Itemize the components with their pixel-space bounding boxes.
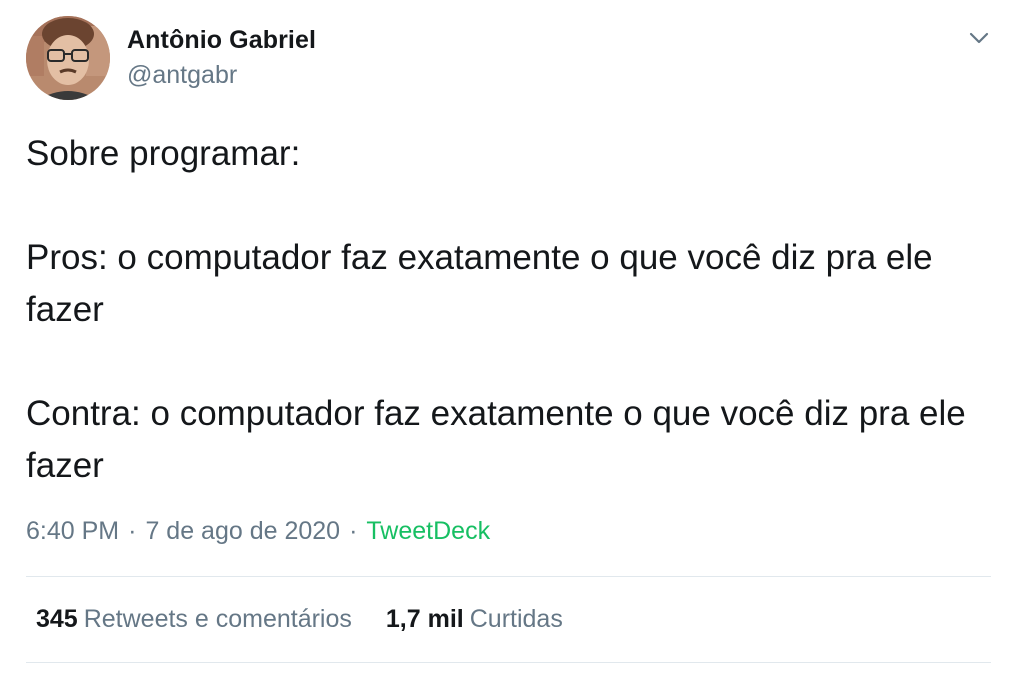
likes-stat[interactable]: 1,7 mil Curtidas [386, 602, 563, 636]
tweet-source-link[interactable]: TweetDeck [366, 517, 490, 545]
meta-separator: · [349, 517, 358, 545]
tweet-time: 6:40 PM [26, 517, 120, 545]
likes-label: Curtidas [469, 605, 563, 633]
meta-separator: · [128, 517, 137, 545]
user-avatar-icon [26, 16, 110, 100]
tweet-date: 7 de ago de 2020 [145, 517, 341, 545]
tweet-menu-button[interactable] [964, 26, 994, 50]
likes-count: 1,7 mil [385, 605, 464, 633]
tweet-meta: 6:40 PM · 7 de ago de 2020 · TweetDeck [26, 514, 490, 548]
tweet-stats: 345 Retweets e comentários 1,7 mil Curtidas [36, 602, 563, 636]
tweet-text: Sobre programar: Pros: o computador faz … [26, 134, 966, 485]
divider [26, 576, 991, 577]
retweets-count: 345 [36, 605, 78, 633]
avatar[interactable] [26, 16, 110, 100]
chevron-down-icon [969, 32, 989, 44]
retweets-stat[interactable]: 345 Retweets e comentários [36, 602, 352, 636]
tweet-timestamp[interactable]: 6:40 PM · 7 de ago de 2020 [26, 517, 340, 545]
author-block: Antônio Gabriel @antgabr [127, 24, 316, 91]
author-handle[interactable]: @antgabr [127, 59, 316, 91]
retweets-label: Retweets e comentários [83, 605, 352, 633]
divider [26, 662, 991, 663]
tweet-card: Antônio Gabriel @antgabr Sobre programar… [0, 0, 1016, 674]
author-display-name[interactable]: Antônio Gabriel [127, 24, 316, 56]
